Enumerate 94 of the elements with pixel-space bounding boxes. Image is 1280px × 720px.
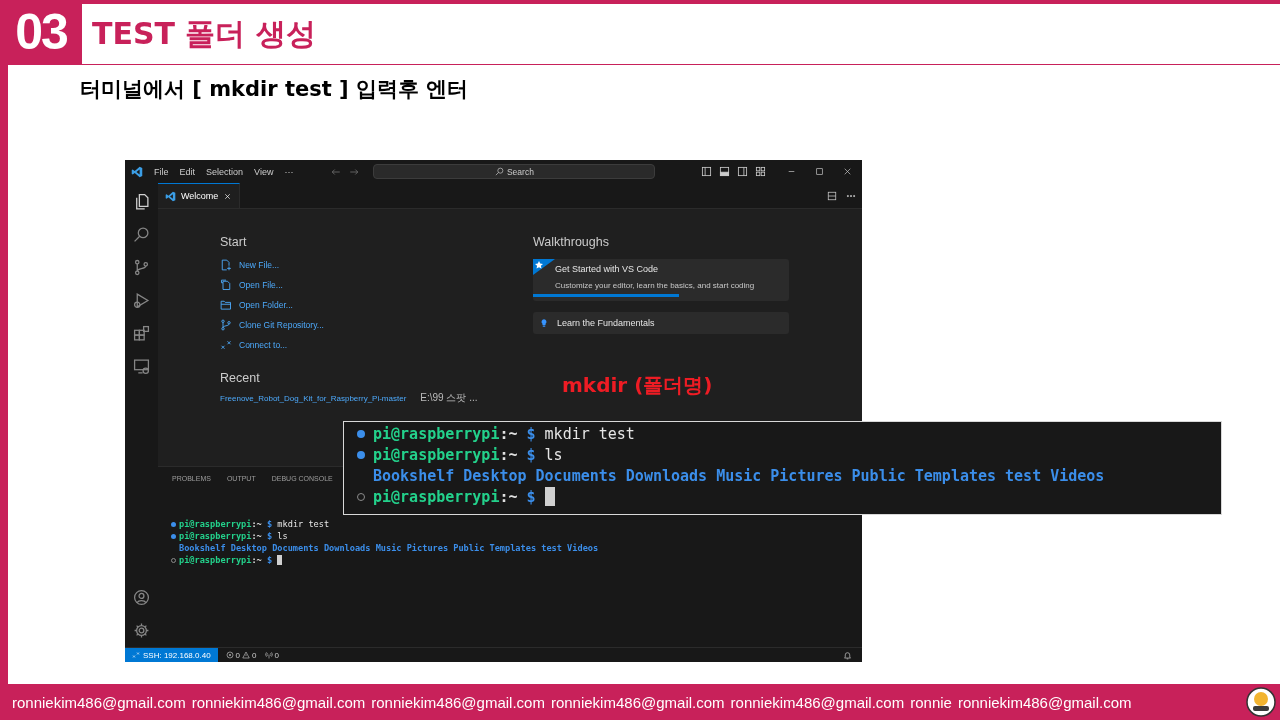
- section-heading: Recent: [220, 371, 261, 385]
- directory-name: Downloads: [323, 543, 371, 553]
- terminal-command-line: pi@raspberrypi:~ $ mkdir test: [179, 519, 330, 529]
- directory-name: Bookshelf: [373, 466, 455, 485]
- recent-project-link[interactable]: Freenove_Robot_Dog_Kit_for_Raspberry_Pi-master: [220, 393, 407, 403]
- tab-label: Welcome: [181, 191, 219, 201]
- start-link[interactable]: New File...: [239, 260, 280, 270]
- footer-email: ronniekim486@gmail.com: [371, 693, 545, 711]
- remote-connect-icon: [220, 339, 232, 351]
- lightbulb-icon: [539, 318, 549, 328]
- menu-item[interactable]: File: [154, 166, 169, 177]
- error-icon: [225, 651, 234, 659]
- terminal-command-line: pi@raspberrypi:~ $: [373, 487, 536, 506]
- run-debug-icon[interactable]: [133, 292, 150, 309]
- annotation-text: mkdir (폴더명): [562, 372, 713, 399]
- directory-name: Bookshelf: [179, 543, 226, 553]
- recent-project-path: E:\99 스팟 ...: [420, 391, 478, 405]
- footer-email: ronniekim486@gmail.com: [550, 693, 725, 711]
- vscode-logo-icon: [131, 165, 143, 178]
- layout-grid-icon[interactable]: [755, 166, 766, 177]
- terminal-command-line: pi@raspberrypi:~ $ ls: [179, 531, 288, 541]
- directory-name: Videos: [567, 543, 599, 553]
- menu-item[interactable]: ···: [284, 166, 294, 177]
- remote-icon: [132, 651, 140, 659]
- star-badge-icon: [533, 259, 555, 275]
- directory-name: Music: [375, 543, 402, 553]
- directory-name: Documents: [535, 466, 617, 485]
- bell-icon[interactable]: [843, 650, 852, 660]
- directory-name: Music: [716, 466, 762, 485]
- directory-name: Public: [851, 466, 906, 485]
- split-editor-icon[interactable]: [827, 190, 837, 201]
- start-link[interactable]: Open File...: [239, 280, 283, 290]
- directory-name: test: [541, 543, 562, 553]
- footer-email: ronniekim486@gmail.com: [191, 693, 366, 711]
- account-icon[interactable]: [133, 589, 150, 606]
- directory-name: Pictures: [406, 543, 449, 553]
- editor-tab[interactable]: Welcome: [158, 183, 241, 208]
- remote-status-button[interactable]: SSH: 192.168.0.40: [125, 648, 218, 662]
- walkthrough-title: Learn the Fundamentals: [557, 318, 655, 328]
- menu-item[interactable]: View: [254, 166, 274, 177]
- footer-email: ronniekim486@gmail.com: [12, 693, 186, 711]
- directory-name: Downloads: [625, 466, 708, 485]
- terminal-command-line: pi@raspberrypi:~ $: [179, 555, 273, 565]
- files-icon[interactable]: [133, 193, 150, 210]
- directory-name: Public: [453, 543, 485, 553]
- panel-layout-icon[interactable]: [719, 166, 730, 177]
- directory-name: Templates: [489, 543, 537, 553]
- directory-name: Templates: [914, 466, 997, 485]
- source-control-icon[interactable]: [133, 259, 150, 276]
- secondary-sidebar-icon[interactable]: [737, 166, 748, 177]
- directory-name: Desktop: [463, 466, 527, 485]
- vscode-logo-icon: [165, 190, 176, 202]
- walkthrough-card[interactable]: Get Started with VS Code Customize your editor, learn the basics, and start coding: [533, 259, 789, 301]
- maximize-icon[interactable]: [815, 167, 824, 176]
- problems-status-button[interactable]: 0 0: [225, 650, 257, 660]
- section-heading: Start: [220, 235, 248, 249]
- new-file-icon: [220, 259, 232, 271]
- extensions-icon[interactable]: [133, 325, 150, 342]
- remote-explorer-icon[interactable]: [133, 358, 150, 375]
- open-file-icon: [220, 279, 232, 291]
- search-icon: [494, 167, 504, 176]
- menu-item[interactable]: Selection: [206, 166, 244, 177]
- start-link[interactable]: Connect to...: [239, 340, 288, 350]
- search-icon[interactable]: [133, 226, 150, 243]
- folder-icon: [220, 299, 232, 311]
- directory-name: test: [1005, 466, 1042, 485]
- sidebar-layout-icon[interactable]: [701, 166, 712, 177]
- instruction-text: 터미널에서 [ mkdir test ] 입력후 엔터: [80, 76, 470, 103]
- terminal-command-line: pi@raspberrypi:~ $ ls: [373, 445, 563, 464]
- walkthrough-card[interactable]: Learn the Fundamentals: [533, 312, 789, 334]
- section-heading: Walkthroughs: [533, 235, 610, 249]
- ports-status-button[interactable]: 0: [264, 650, 279, 660]
- close-icon[interactable]: [843, 167, 852, 176]
- directory-name: Documents: [272, 543, 319, 553]
- close-icon[interactable]: [223, 191, 233, 201]
- directory-name: Videos: [1050, 466, 1105, 485]
- walkthrough-title: Get Started with VS Code: [555, 264, 660, 274]
- start-link[interactable]: Open Folder...: [239, 300, 293, 310]
- terminal-command-line: pi@raspberrypi:~ $ mkdir test: [373, 424, 635, 443]
- footer-email: ronniekim486@gmail.com: [957, 693, 1132, 711]
- warning-icon: [242, 651, 251, 659]
- footer-email: ronniekim486@gmail.com: [730, 693, 905, 711]
- start-link[interactable]: Clone Git Repository...: [239, 320, 324, 330]
- menu-item[interactable]: Edit: [179, 166, 196, 177]
- search-button[interactable]: Search: [373, 164, 656, 179]
- slide-title: TEST 폴더 생성: [92, 14, 316, 53]
- walkthrough-description: Customize your editor, learn the basics, and start coding: [555, 281, 755, 290]
- logo-icon: [1246, 687, 1276, 717]
- footer-email: ronnie: [910, 693, 952, 711]
- directory-name: Pictures: [770, 466, 843, 485]
- directory-name: Desktop: [230, 543, 267, 553]
- antenna-icon: [264, 651, 273, 659]
- source-control-icon: [220, 319, 232, 331]
- settings-icon[interactable]: [133, 622, 150, 639]
